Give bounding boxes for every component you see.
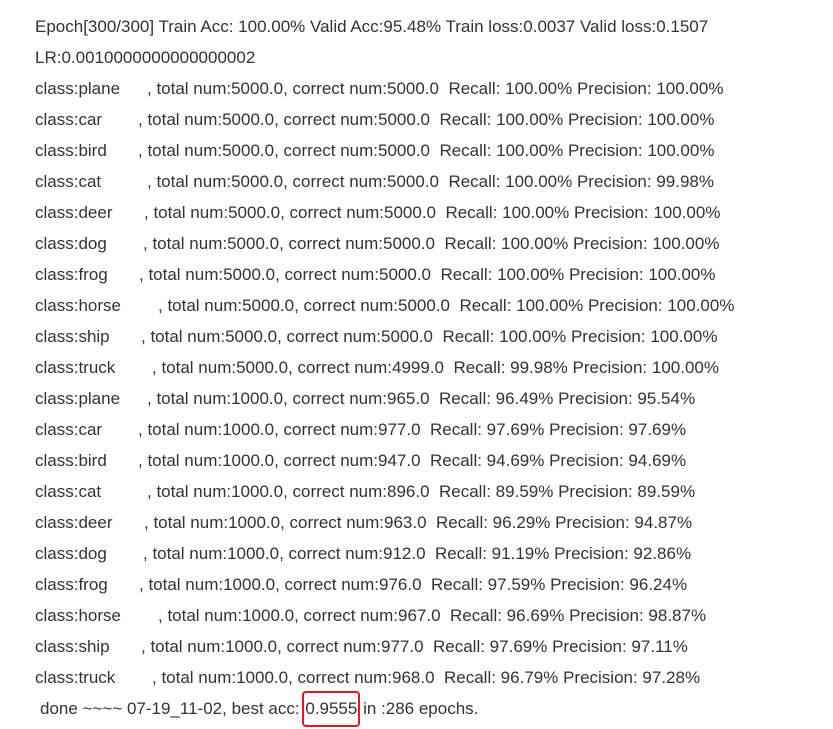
class-metrics: , total num:5000.0, correct num:5000.0 R… bbox=[141, 327, 718, 346]
class-name: class:horse bbox=[35, 296, 121, 315]
class-name: class:frog bbox=[35, 265, 108, 284]
class-name: class:cat bbox=[35, 482, 102, 501]
list-item: class:deer , total num:5000.0, correct nu… bbox=[35, 201, 825, 232]
class-name: class:ship bbox=[35, 637, 110, 656]
list-item: class:truck , total num:1000.0, correct n… bbox=[35, 666, 825, 697]
list-item: class:truck , total num:5000.0, correct n… bbox=[35, 356, 825, 387]
class-name: class:plane bbox=[35, 389, 121, 408]
class-metrics: , total num:1000.0, correct num:977.0 Re… bbox=[141, 637, 688, 656]
class-name: class:deer bbox=[35, 513, 113, 532]
class-name: class:horse bbox=[35, 606, 121, 625]
class-name: class:deer bbox=[35, 203, 113, 222]
class-metrics: , total num:1000.0, correct num:977.0 Re… bbox=[138, 420, 687, 439]
epoch-summary-line: Epoch[300/300] Train Acc: 100.00% Valid … bbox=[35, 17, 709, 36]
class-metrics: , total num:5000.0, correct num:5000.0 R… bbox=[143, 234, 720, 253]
done-line: done ~~~~ 07-19_11-02, best acc: 0.9555 … bbox=[35, 691, 825, 728]
class-metrics: , total num:5000.0, correct num:5000.0 R… bbox=[138, 110, 715, 129]
class-metrics: , total num:5000.0, correct num:5000.0 R… bbox=[139, 265, 716, 284]
class-name: class:truck bbox=[35, 668, 116, 687]
list-item: class:bird , total num:1000.0, correct nu… bbox=[35, 449, 825, 480]
list-item: class:dog , total num:1000.0, correct num… bbox=[35, 542, 825, 573]
list-item: class:car , total num:1000.0, correct num… bbox=[35, 418, 825, 449]
class-name: class:bird bbox=[35, 451, 107, 470]
class-metrics: , total num:1000.0, correct num:963.0 Re… bbox=[144, 513, 693, 532]
done-prefix: done ~~~~ 07-19_11-02, best acc: bbox=[40, 699, 305, 718]
class-metrics: , total num:1000.0, correct num:912.0 Re… bbox=[143, 544, 692, 563]
class-name: class:ship bbox=[35, 327, 110, 346]
class-metrics: , total num:1000.0, correct num:896.0 Re… bbox=[147, 482, 696, 501]
class-name: class:plane bbox=[35, 79, 121, 98]
class-metrics: , total num:1000.0, correct num:968.0 Re… bbox=[152, 668, 701, 687]
learning-rate-line: LR:0.0010000000000000002 bbox=[35, 48, 256, 67]
class-metrics: , total num:5000.0, correct num:5000.0 R… bbox=[158, 296, 735, 315]
class-name: class:car bbox=[35, 110, 103, 129]
list-item: class:frog , total num:5000.0, correct nu… bbox=[35, 263, 825, 294]
done-suffix: in :286 epochs. bbox=[358, 699, 479, 718]
class-name: class:car bbox=[35, 420, 103, 439]
class-metrics: , total num:5000.0, correct num:5000.0 R… bbox=[144, 203, 721, 222]
list-item: class:bird , total num:5000.0, correct nu… bbox=[35, 139, 825, 170]
class-metrics: , total num:1000.0, correct num:947.0 Re… bbox=[138, 451, 687, 470]
class-metrics: , total num:1000.0, correct num:965.0 Re… bbox=[147, 389, 696, 408]
class-metrics: , total num:5000.0, correct num:4999.0 R… bbox=[152, 358, 719, 377]
class-name: class:bird bbox=[35, 141, 107, 160]
list-item: class:plane , total num:5000.0, correct n… bbox=[35, 77, 825, 108]
class-name: class:frog bbox=[35, 575, 108, 594]
list-item: class:ship , total num:5000.0, correct nu… bbox=[35, 325, 825, 356]
list-item: class:frog , total num:1000.0, correct nu… bbox=[35, 573, 825, 604]
list-item: class:horse , total num:1000.0, correct n… bbox=[35, 604, 825, 635]
class-name: class:dog bbox=[35, 544, 107, 563]
class-metrics: , total num:5000.0, correct num:5000.0 R… bbox=[147, 79, 724, 98]
list-item: class:ship , total num:1000.0, correct nu… bbox=[35, 635, 825, 666]
list-item: class:cat , total num:1000.0, correct num… bbox=[35, 480, 825, 511]
class-metrics: , total num:1000.0, correct num:967.0 Re… bbox=[158, 606, 707, 625]
list-item: class:dog , total num:5000.0, correct num… bbox=[35, 232, 825, 263]
list-item: class:car , total num:5000.0, correct num… bbox=[35, 108, 825, 139]
best-acc-value: 0.9555 bbox=[302, 691, 361, 727]
class-metrics-list: class:plane , total num:5000.0, correct n… bbox=[35, 77, 825, 697]
class-name: class:truck bbox=[35, 358, 116, 377]
list-item: class:cat , total num:5000.0, correct num… bbox=[35, 170, 825, 201]
class-name: class:cat bbox=[35, 172, 102, 191]
class-metrics: , total num:5000.0, correct num:5000.0 R… bbox=[147, 172, 714, 191]
list-item: class:horse , total num:5000.0, correct n… bbox=[35, 294, 825, 325]
class-metrics: , total num:5000.0, correct num:5000.0 R… bbox=[138, 141, 715, 160]
class-metrics: , total num:1000.0, correct num:976.0 Re… bbox=[139, 575, 688, 594]
list-item: class:deer , total num:1000.0, correct nu… bbox=[35, 511, 825, 542]
training-log: Epoch[300/300] Train Acc: 100.00% Valid … bbox=[35, 15, 825, 728]
class-name: class:dog bbox=[35, 234, 107, 253]
list-item: class:plane , total num:1000.0, correct n… bbox=[35, 387, 825, 418]
